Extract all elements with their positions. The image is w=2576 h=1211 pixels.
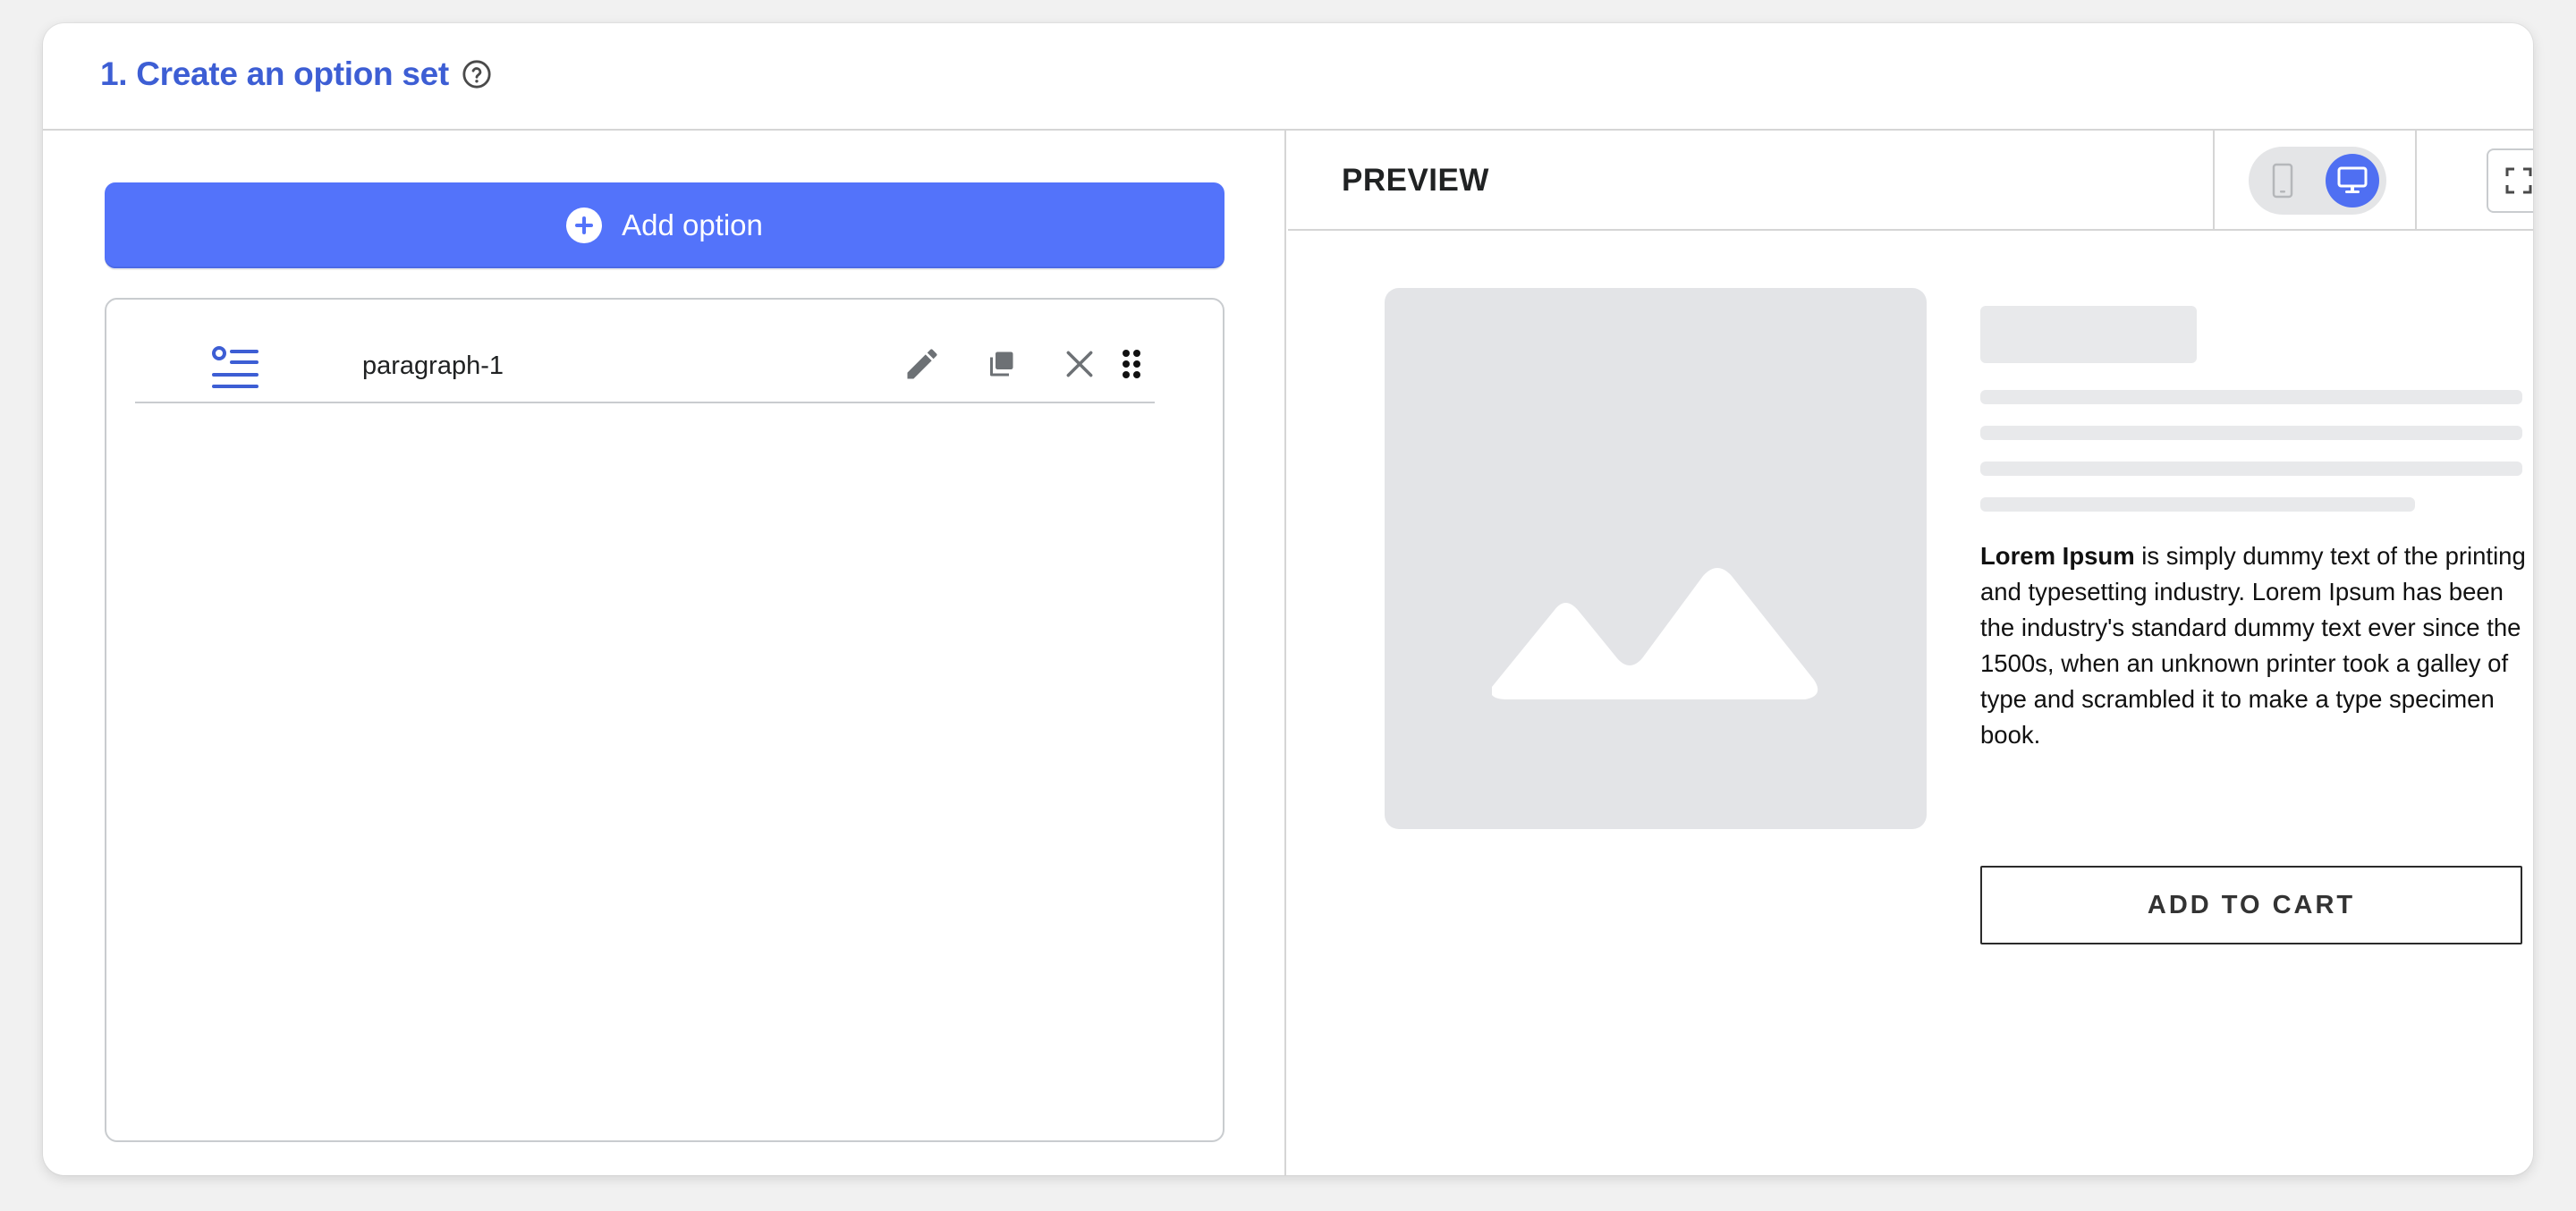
question-circle-icon[interactable] [462,59,492,89]
drag-handle[interactable] [1115,343,1148,385]
drag-handle-icon [1123,350,1140,378]
options-list: paragraph-1 [105,298,1224,1142]
option-item[interactable]: paragraph-1 [135,325,1155,403]
duplicate-option-button[interactable] [979,343,1022,385]
close-icon [1066,351,1093,377]
product-image-placeholder [1385,288,1927,829]
desktop-icon [2337,166,2368,193]
paragraph-list-icon [212,346,258,388]
delete-option-button[interactable] [1058,343,1101,385]
expand-icon [2505,167,2532,194]
skeleton-line [1980,497,2415,512]
description-bold: Lorem Ipsum [1980,542,2135,570]
card-header: 1. Create an option set [43,23,2533,131]
skeleton-line [1980,390,2522,404]
add-option-label: Add option [622,208,763,241]
device-toggle [2249,147,2386,215]
duplicate-icon [990,351,1013,377]
skeleton-line [1980,462,2522,476]
mobile-icon [2272,163,2293,199]
add-option-button[interactable]: Add option [105,182,1224,268]
section-title-text: 1. Create an option set [100,55,449,92]
skeleton-line [1980,426,2522,440]
fullscreen-button[interactable] [2487,148,2533,213]
desktop-view-button[interactable] [2326,154,2379,207]
option-builder-panel: Add option paragraph-1 [43,131,1286,1175]
preview-title: PREVIEW [1342,163,1489,198]
edit-option-button[interactable] [901,343,944,385]
description-text: is simply dummy text of the printing and… [1980,542,2526,749]
image-placeholder-icon [1492,568,1818,699]
option-set-card: 1. Create an option set Add option parag… [43,23,2533,1175]
add-to-cart-button[interactable]: ADD TO CART [1980,866,2522,944]
section-title: 1. Create an option set [100,55,492,93]
preview-header: PREVIEW [1288,131,2533,231]
product-description: Lorem Ipsum is simply dummy text of the … [1980,538,2528,753]
mobile-view-button[interactable] [2256,154,2309,207]
skeleton-title [1980,306,2197,363]
pencil-icon [907,349,937,379]
option-label: paragraph-1 [362,351,504,380]
device-toggle-container [2213,131,2417,231]
plus-circle-icon [566,207,603,243]
preview-panel: PREVIEW Lorem Ipsum is simply dummy text… [1288,131,2533,1175]
